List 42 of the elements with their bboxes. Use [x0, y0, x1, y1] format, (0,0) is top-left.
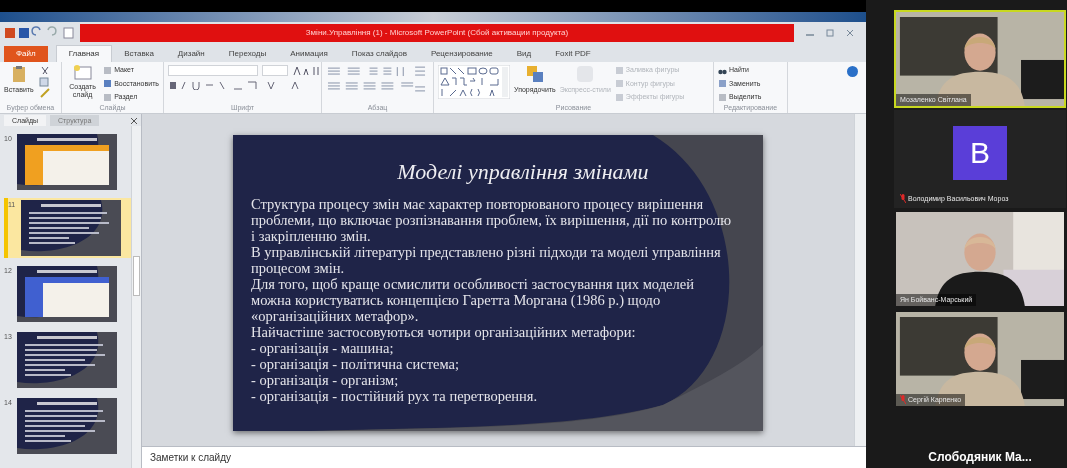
scrollbar[interactable] [854, 114, 866, 446]
help-icon[interactable] [847, 66, 858, 77]
file-tab[interactable]: Файл [4, 46, 48, 62]
notes-field[interactable]: Заметки к слайду [150, 450, 231, 465]
quick-access-toolbar-drawing[interactable] [4, 26, 76, 40]
slide-paragraph: - організація - політична система; [251, 356, 461, 372]
slide-paragraph: - організація - організм; [251, 372, 400, 388]
slide-paragraph: - організація - машина; [251, 340, 395, 356]
muted-microphone-icon [900, 395, 906, 405]
ribbon-tab[interactable]: Вставка [112, 46, 166, 62]
slide-paragraph: - організація - постійний рух та перетворення. [251, 388, 539, 404]
paste-icon [10, 65, 27, 83]
screen-sharer-name: Слободяник Ма... [927, 449, 1033, 466]
slide-paragraph: В управлінській літературі представлено різні підходи та моделі управління процесом змін. [251, 244, 722, 276]
scrollbar[interactable] [131, 126, 141, 468]
ribbon-tab[interactable]: Рецензирование [418, 46, 505, 62]
muted-microphone-icon [900, 194, 906, 204]
shapes-gallery-drawing[interactable] [438, 65, 510, 99]
ribbon-tab[interactable]: Foxit PDF [543, 46, 603, 62]
font-size-icons-drawing[interactable] [292, 65, 322, 76]
replace-icon [718, 79, 727, 89]
ribbon-tab[interactable]: Показ слайдов [339, 46, 419, 62]
close-icon[interactable] [846, 29, 854, 37]
arrange-icon [525, 65, 544, 83]
font-size-field[interactable] [262, 65, 288, 76]
close-icon[interactable] [131, 118, 137, 124]
ribbon-tab[interactable]: Переходы [216, 46, 279, 62]
avatar: B [953, 125, 1007, 180]
select-icon [718, 92, 727, 102]
slide-paragraph: Структура процесу змін має характер повторюваного процесу вирішення проблеми, що включає розпізнавання проблем, їх вирішення, дії по контролю і закріпленню змін. [251, 196, 733, 244]
ribbon-tab[interactable]: Вид [504, 46, 544, 62]
ribbon-tab[interactable]: Анимация [278, 46, 340, 62]
window-title: Зміни.Управління (1) - Microsoft PowerPoint (Сбой активации продукта) [305, 27, 569, 39]
ribbon-tab[interactable]: Главная [55, 45, 113, 62]
slide-paragraph: Для того, щоб краще осмислити особливості застосування цих моделей можна користуватись концепцією Гаретта Моргана (1986 р.) щодо «організаційних метафор». [251, 276, 695, 324]
slide-paragraph: Найчастіше застосовуються чотири організаційних метафори: [251, 324, 637, 340]
ribbon-tab[interactable]: Дизайн [165, 46, 217, 62]
cut-copy-icons-drawing[interactable] [37, 65, 52, 99]
slide-title: Моделі управління змінами [396, 158, 650, 186]
maximize-icon[interactable] [826, 29, 834, 37]
font-name-field[interactable] [168, 65, 258, 76]
new-slide-icon [73, 65, 92, 81]
